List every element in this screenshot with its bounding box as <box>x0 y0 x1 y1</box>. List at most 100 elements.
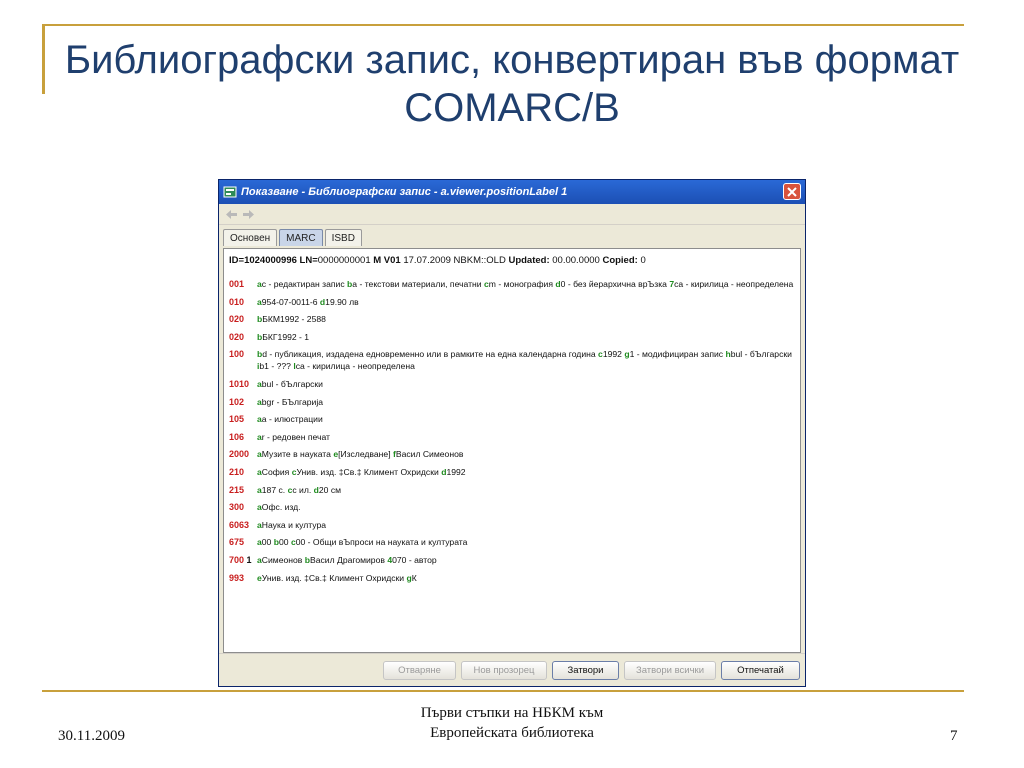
close-all-button[interactable]: Затвори всички <box>624 661 716 680</box>
marc-tag-number: 675 <box>229 537 245 548</box>
subfield-value: d - публикация, издадена едновременно ил… <box>262 349 599 360</box>
navigation-toolbar <box>219 204 805 225</box>
subfield-value: БКГ1992 - 1 <box>262 331 310 342</box>
window-titlebar[interactable]: Показване - Библиографски запис - a.view… <box>219 180 805 204</box>
marc-tag-number: 106 <box>229 431 245 442</box>
subfield-value: Унив. изд. ‡Св.‡ Климент Охридски <box>261 572 407 583</box>
marc-tag: 210 <box>229 466 257 478</box>
subfield-value: Васил Симеонов <box>395 449 464 460</box>
marc-field-row: 001 ac - редактиран запис ba - текстови м… <box>229 278 795 290</box>
record-header: ID=1024000996 LN=0000000001 M V01 17.07.… <box>229 255 795 266</box>
marc-field-content: ar - редовен печат <box>257 431 330 443</box>
marc-field-content: a954-07-0011-6 d19.90 лв <box>257 296 359 308</box>
window-close-button[interactable] <box>783 183 801 200</box>
marc-field-content: ac - редактиран запис ba - текстови мате… <box>257 278 793 290</box>
slide-title: Библиографски запис, конвертиран във фор… <box>0 36 1024 132</box>
marc-tag-number: 105 <box>229 414 245 425</box>
marc-indicator: 0 <box>244 449 250 460</box>
marc-field-content: a00 b00 c00 - Общи вЪпроси на науката и … <box>257 536 467 548</box>
marc-tag: 105 <box>229 413 257 425</box>
marc-tag-number: 001 <box>229 279 245 289</box>
copied-value: 0 <box>640 255 646 266</box>
marc-tag: 2000 <box>229 448 257 460</box>
footer-date: 30.11.2009 <box>58 728 125 744</box>
subfield-value: 00 - Общи вЪпроси на науката и културата <box>295 537 468 548</box>
close-icon <box>787 186 797 197</box>
forward-button[interactable] <box>241 208 256 221</box>
marc-tag: 106 <box>229 431 257 443</box>
subfield-value: 1 - модифициран запис <box>629 349 726 360</box>
marc-tag-number: 606 <box>229 519 245 530</box>
marc-tag: 010 <box>229 296 257 308</box>
marc-field-row: 700 1 aСимеонов bВасил Драгомиров 4070 - … <box>229 554 795 566</box>
record-date: 17.07.2009 NBKM::OLD <box>403 255 506 266</box>
marc-field-content: aa - илюстрации <box>257 413 323 425</box>
new-window-button[interactable]: Нов прозорец <box>461 661 547 680</box>
marc-field-row: 675 a00 b00 c00 - Общи вЪпроси на науката… <box>229 536 795 548</box>
updated-value: 00.00.0000 <box>552 255 600 266</box>
subfield-value: [Изследване] <box>338 449 393 460</box>
marc-tag: 6063 <box>229 519 257 531</box>
footer-page-number: 7 <box>950 728 958 744</box>
subfield-value: К <box>411 572 417 583</box>
ln-label: LN= <box>299 255 318 266</box>
marc-tag-number: 101 <box>229 378 245 389</box>
subfield-value: 00 <box>278 537 291 548</box>
tab-isbd[interactable]: ISBD <box>324 229 362 246</box>
marc-tag: 1010 <box>229 378 257 390</box>
subfield-value: 187 с. <box>261 484 288 495</box>
marc-field-row: 6063 aНаука и култура <box>229 519 795 531</box>
marc-tag-number: 020 <box>229 331 245 342</box>
marc-tag: 102 <box>229 396 257 408</box>
tab-basic[interactable]: Основен <box>223 229 278 246</box>
marc-tag: 300 <box>229 501 257 513</box>
subfield-value: 00 <box>261 537 274 548</box>
marc-field-content: aСимеонов bВасил Драгомиров 4070 - автор <box>257 554 437 566</box>
subfield-value: Васил Драгомиров <box>309 554 388 565</box>
marc-tag-number: 020 <box>229 314 245 325</box>
back-button[interactable] <box>224 208 239 221</box>
updated-label: Updated: <box>508 255 550 266</box>
subfield-value: bul - бЪлгарски <box>730 349 792 360</box>
open-button[interactable]: Отваряне <box>383 661 456 680</box>
close-button[interactable]: Затвори <box>552 661 619 680</box>
marc-tag: 675 <box>229 536 257 548</box>
marc-field-row: 2000 aМузите в науката e[Изследване] fВас… <box>229 448 795 460</box>
subfield-value: b1 - ??? <box>259 361 294 372</box>
subfield-value: 20 см <box>318 484 342 495</box>
marc-field-row: 215 a187 с. cс ил. d20 см <box>229 484 795 496</box>
marc-field-row: 300 aОфс. изд. <box>229 501 795 513</box>
marc-field-row: 102 abgr - БЪлгарија <box>229 396 795 408</box>
marc-field-row: 106 ar - редовен печат <box>229 431 795 443</box>
copied-label: Copied: <box>602 255 638 266</box>
ln-value: 0000000001 <box>317 255 371 266</box>
marc-tag-number: 210 <box>229 466 245 477</box>
marc-field-row: 010 a954-07-0011-6 d19.90 лв <box>229 296 795 308</box>
marc-tag: 993 <box>229 572 257 584</box>
marc-tag: 020 <box>229 313 257 325</box>
marc-field-content: aНаука и култура <box>257 519 326 531</box>
slide-top-rule <box>42 24 964 26</box>
marc-field-content: aОфс. изд. <box>257 501 301 513</box>
marc-tag-number: 010 <box>229 296 245 307</box>
subfield-value: bgr - БЪлгарија <box>261 396 324 407</box>
footer-caption-line1: Първи стъпки на НБКМ към <box>420 705 604 721</box>
subfield-value: r - редовен печат <box>261 431 330 442</box>
subfield-value: a - текстови материали, печатни <box>352 279 484 289</box>
marc-field-content: abgr - БЪлгарија <box>257 396 323 408</box>
marc-tag: 001 <box>229 278 257 290</box>
marc-indicator: 0 <box>244 378 250 389</box>
arrow-left-icon <box>226 209 237 219</box>
subfield-value: БКМ1992 - 2588 <box>262 314 326 325</box>
marc-tag-number: 102 <box>229 396 245 407</box>
subfield-value: София <box>261 466 292 477</box>
marc-field-content: aСофия cУнив. изд. ‡Св.‡ Климент Охридск… <box>257 466 466 478</box>
subfield-value: 0 - без йерархична врЪзка <box>560 279 670 289</box>
slide-title-line2: COMARC/B <box>404 86 620 130</box>
marc-indicator: 3 <box>244 519 250 530</box>
marc-field-row: 100 bd - публикация, издадена едновременн… <box>229 348 795 372</box>
record-viewer-window: Показване - Библиографски запис - a.view… <box>218 179 806 687</box>
print-button[interactable]: Отпечатай <box>721 661 800 680</box>
tab-marc[interactable]: MARC <box>279 229 323 246</box>
marc-field-content: bБКМ1992 - 2588 <box>257 313 326 325</box>
